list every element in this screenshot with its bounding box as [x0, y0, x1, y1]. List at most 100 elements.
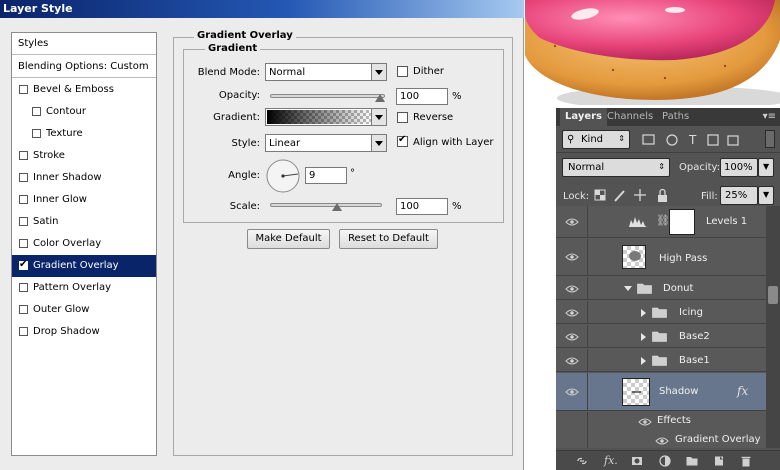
lock-icons[interactable] [594, 188, 674, 204]
layer-blend-mode-select[interactable]: Normal ⇕ [562, 158, 670, 177]
style-checkbox[interactable] [19, 283, 28, 292]
style-item-bevel-emboss[interactable]: Bevel & Emboss [12, 79, 156, 101]
effects-row[interactable]: Effects [556, 412, 766, 431]
style-checkbox[interactable] [19, 173, 28, 182]
style-item-pattern-overlay[interactable]: Pattern Overlay [12, 277, 156, 299]
layer-mask-thumbnail[interactable] [669, 209, 695, 235]
style-item-outer-glow[interactable]: Outer Glow [12, 299, 156, 321]
opacity-slider-track[interactable] [270, 94, 385, 98]
style-item-texture[interactable]: Texture [12, 123, 156, 145]
scale-slider-thumb[interactable] [332, 203, 342, 211]
fill-dropdown[interactable]: ▼ [758, 186, 774, 205]
styles-header[interactable]: Styles [12, 33, 156, 55]
eye-icon[interactable] [565, 333, 579, 341]
eye-icon[interactable] [638, 418, 652, 426]
style-item-contour[interactable]: Contour [12, 101, 156, 123]
filter-kind-select[interactable]: ⚲ Kind ⇕ [562, 130, 630, 149]
layer-row-shadow[interactable]: Shadow fx [556, 373, 766, 411]
chevron-down-icon[interactable] [371, 135, 386, 151]
style-checkbox[interactable] [19, 327, 28, 336]
blend-mode-select[interactable]: Normal [265, 63, 387, 81]
layers-scrollbar[interactable] [766, 206, 780, 448]
add-mask-icon[interactable] [631, 455, 643, 467]
fill-input[interactable]: 25% [720, 186, 758, 205]
opacity-input[interactable]: 100 [396, 88, 448, 105]
eye-icon[interactable] [565, 357, 579, 365]
style-checkbox[interactable] [32, 129, 41, 138]
gradient-preview[interactable] [267, 110, 371, 124]
add-style-fx-icon[interactable]: fx. [604, 454, 618, 467]
style-checkbox[interactable] [19, 195, 28, 204]
style-checkbox[interactable] [19, 239, 28, 248]
style-item-drop-shadow[interactable]: Drop Shadow [12, 321, 156, 343]
visibility-cell[interactable] [556, 349, 588, 371]
scale-input[interactable]: 100 [396, 198, 448, 215]
group-collapsed-icon[interactable] [641, 357, 646, 365]
style-item-stroke[interactable]: Stroke [12, 145, 156, 167]
fx-badge[interactable]: fx [737, 384, 748, 398]
reset-to-default-button[interactable]: Reset to Default [339, 229, 438, 249]
layer-opacity-dropdown[interactable]: ▼ [758, 158, 774, 177]
chevron-down-icon[interactable] [371, 64, 386, 80]
align-checkbox[interactable]: ✔ [397, 134, 408, 147]
layer-row-icing[interactable]: Icing [556, 301, 766, 324]
new-adjustment-icon[interactable] [659, 455, 671, 467]
scrollbar-thumb[interactable] [768, 286, 778, 304]
new-group-icon[interactable] [686, 455, 698, 467]
blending-options-item[interactable]: Blending Options: Custom [12, 56, 156, 78]
visibility-cell[interactable] [556, 325, 588, 347]
effect-row-gradient-overlay[interactable]: Gradient Overlay [556, 431, 766, 448]
style-item-gradient-overlay[interactable]: ✔ Gradient Overlay [12, 255, 156, 277]
layer-opacity-input[interactable]: 100% [720, 158, 758, 177]
eye-icon[interactable] [565, 388, 579, 396]
layer-thumbnail[interactable] [622, 378, 650, 406]
reverse-checkbox[interactable] [397, 112, 408, 123]
layer-row-donut-group[interactable]: Donut [556, 277, 766, 300]
style-item-inner-shadow[interactable]: Inner Shadow [12, 167, 156, 189]
make-default-button[interactable]: Make Default [247, 229, 330, 249]
gradient-picker[interactable] [265, 108, 387, 126]
tab-paths[interactable]: Paths [657, 108, 694, 126]
new-layer-icon[interactable] [713, 455, 725, 467]
link-icon[interactable]: ⛓ [656, 214, 670, 227]
style-checkbox[interactable] [19, 85, 28, 94]
style-item-color-overlay[interactable]: Color Overlay [12, 233, 156, 255]
dither-checkbox[interactable] [397, 66, 408, 77]
layer-row-high-pass[interactable]: High Pass [556, 239, 766, 276]
visibility-cell[interactable] [556, 239, 588, 275]
tab-layers[interactable]: Layers [560, 108, 607, 126]
eye-icon[interactable] [565, 253, 579, 261]
tab-channels[interactable]: Channels [602, 108, 658, 126]
layer-row-levels-1[interactable]: ⛓ Levels 1 [556, 206, 766, 238]
visibility-cell[interactable] [556, 301, 588, 323]
layer-thumbnail[interactable] [622, 245, 646, 269]
style-item-inner-glow[interactable]: Inner Glow [12, 189, 156, 211]
style-checkbox[interactable] [19, 305, 28, 314]
style-select[interactable]: Linear [265, 134, 387, 152]
style-checkbox[interactable] [32, 107, 41, 116]
style-item-satin[interactable]: Satin [12, 211, 156, 233]
visibility-cell[interactable] [556, 277, 588, 299]
visibility-cell[interactable] [556, 373, 588, 410]
angle-input[interactable]: 9 [305, 167, 347, 184]
eye-icon[interactable] [565, 309, 579, 317]
scale-slider-track[interactable] [270, 203, 382, 207]
eye-icon[interactable] [655, 437, 669, 445]
style-checkbox-checked[interactable]: ✔ [19, 259, 28, 270]
layer-row-base2[interactable]: Base2 [556, 325, 766, 348]
opacity-slider-thumb[interactable] [375, 94, 385, 102]
eye-icon[interactable] [565, 218, 579, 226]
filter-toggle[interactable] [765, 130, 775, 148]
dialog-title-bar[interactable]: Layer Style [0, 0, 524, 18]
trash-icon[interactable] [740, 455, 752, 467]
group-collapsed-icon[interactable] [641, 333, 646, 341]
group-expanded-icon[interactable] [624, 286, 632, 291]
style-checkbox[interactable] [19, 151, 28, 160]
panel-menu-icon[interactable]: ▾≡ [763, 111, 776, 122]
group-collapsed-icon[interactable] [641, 309, 646, 317]
eye-icon[interactable] [565, 285, 579, 293]
link-layers-icon[interactable] [576, 455, 588, 467]
angle-dial[interactable] [265, 158, 301, 194]
style-checkbox[interactable] [19, 217, 28, 226]
layer-row-base1[interactable]: Base1 [556, 349, 766, 372]
